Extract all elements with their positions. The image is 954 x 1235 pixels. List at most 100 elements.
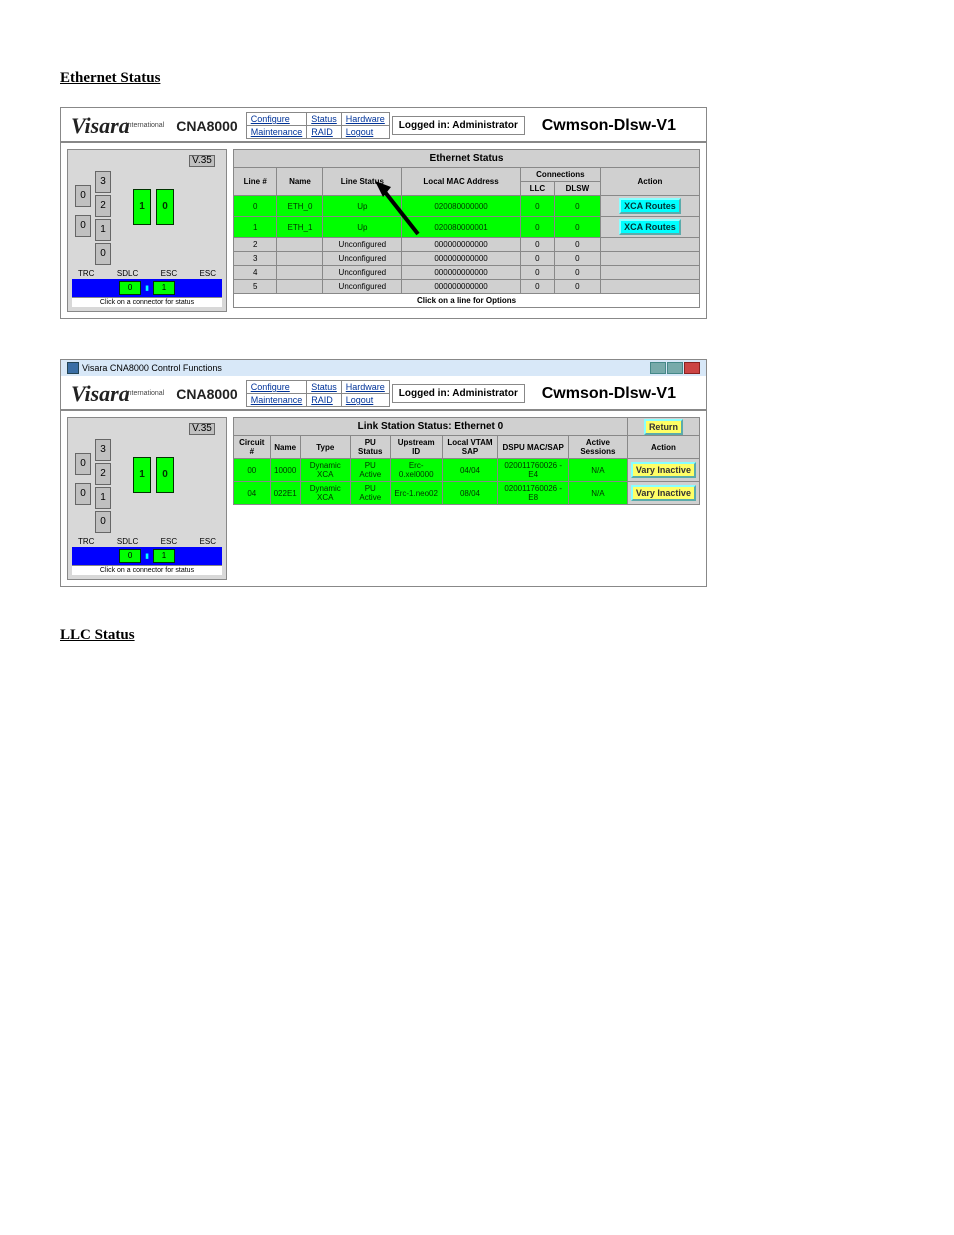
nav-maintenance[interactable]: Maintenance — [246, 126, 307, 139]
xca-routes-button[interactable]: XCA Routes — [619, 198, 681, 214]
bottom-strip-2: 0 ▮ 1 — [72, 547, 222, 565]
xca-routes-button[interactable]: XCA Routes — [619, 219, 681, 235]
brand-tagline-2: International — [126, 390, 165, 397]
host-name: Cwmson-Dlsw-V1 — [542, 117, 676, 135]
nav-logout-2[interactable]: Logout — [341, 394, 389, 407]
col-connections: Connections — [520, 168, 600, 182]
green-port-0b[interactable]: 0 — [156, 457, 174, 493]
nav-menu-2: Configure Status Hardware Maintenance RA… — [246, 380, 390, 407]
nav-logout[interactable]: Logout — [341, 126, 389, 139]
app-header-2: Visara International CNA8000 Configure S… — [61, 376, 706, 411]
slot-left-0a-2[interactable]: 0 — [75, 453, 91, 475]
nav-hardware-2[interactable]: Hardware — [341, 381, 389, 394]
green-port-0[interactable]: 0 — [156, 189, 174, 225]
model-label: CNA8000 — [176, 118, 237, 134]
eth-row[interactable]: 2Unconfigured00000000000000 — [234, 238, 700, 252]
slot-left-0b[interactable]: 0 — [75, 215, 91, 237]
slot-1[interactable]: 1 — [95, 219, 111, 241]
browser-title: Visara CNA8000 Control Functions — [82, 363, 222, 373]
screenshot-ethernet: Visara International CNA8000 Configure S… — [60, 107, 707, 319]
app-icon — [67, 362, 79, 374]
nav-maintenance-2[interactable]: Maintenance — [246, 394, 307, 407]
brand-logo: Visara — [71, 113, 130, 139]
label-trc: TRC — [78, 269, 94, 278]
col-circuit: Circuit # — [234, 436, 271, 459]
eth-row[interactable]: 4Unconfigured00000000000000 — [234, 266, 700, 280]
hardware-panel: V.35 0 0 3 2 1 0 1 0 TRC — [67, 149, 227, 312]
label-esc1: ESC — [161, 269, 177, 278]
nav-hardware[interactable]: Hardware — [341, 113, 389, 126]
eth-row[interactable]: 0ETH_0Up02008000000000XCA Routes — [234, 196, 700, 217]
col-name: Name — [277, 168, 323, 196]
model-label-2: CNA8000 — [176, 386, 237, 402]
link-row[interactable]: 04022E1Dynamic XCAPU ActiveErc-1.neo0208… — [234, 482, 700, 505]
link-row[interactable]: 0010000Dynamic XCAPU ActiveErc-0.xel0000… — [234, 459, 700, 482]
vary-inactive-button[interactable]: Vary Inactive — [631, 462, 696, 478]
eth-row[interactable]: 3Unconfigured00000000000000 — [234, 252, 700, 266]
col-action: Action — [600, 168, 699, 196]
bottom-strip: 0 ▮ 1 — [72, 279, 222, 297]
hw-hint-2: Click on a connector for status — [72, 565, 222, 575]
v35-label-2[interactable]: V.35 — [189, 423, 215, 435]
slot-3b[interactable]: 3 — [95, 439, 111, 461]
strip-port-1b[interactable]: 1 — [153, 549, 175, 563]
slot-2[interactable]: 2 — [95, 195, 111, 217]
col-type: Type — [300, 436, 350, 459]
label-esc2-2: ESC — [200, 537, 216, 546]
slot-3[interactable]: 3 — [95, 171, 111, 193]
slot-left-0b-2[interactable]: 0 — [75, 483, 91, 505]
col-vtam: Local VTAM SAP — [442, 436, 498, 459]
strip-port-1[interactable]: 1 — [153, 281, 175, 295]
strip-port-0b[interactable]: 0 — [119, 549, 141, 563]
section-heading-llc: LLC Status — [60, 627, 894, 644]
app-header: Visara International CNA8000 Configure S… — [61, 108, 706, 143]
green-port-1b[interactable]: 1 — [133, 457, 151, 493]
login-status: Logged in: Administrator — [392, 116, 525, 135]
slot-1b[interactable]: 1 — [95, 487, 111, 509]
nav-configure[interactable]: Configure — [246, 113, 307, 126]
screenshot-linkstation: Visara CNA8000 Control Functions Visara … — [60, 359, 707, 587]
eth-row[interactable]: 5Unconfigured00000000000000 — [234, 280, 700, 294]
return-button[interactable]: Return — [644, 419, 683, 435]
col-pu: PU Status — [350, 436, 390, 459]
eth-table-title: Ethernet Status — [234, 150, 700, 168]
nav-configure-2[interactable]: Configure — [246, 381, 307, 394]
nav-menu: Configure Status Hardware Maintenance RA… — [246, 112, 390, 139]
vary-inactive-button[interactable]: Vary Inactive — [631, 485, 696, 501]
green-port-1[interactable]: 1 — [133, 189, 151, 225]
slot-left-0a[interactable]: 0 — [75, 185, 91, 207]
slot-0[interactable]: 0 — [95, 243, 111, 265]
nav-status-2[interactable]: Status — [307, 381, 342, 394]
col-dspu: DSPU MAC/SAP — [498, 436, 569, 459]
v35-label[interactable]: V.35 — [189, 155, 215, 167]
nav-status[interactable]: Status — [307, 113, 342, 126]
nav-raid-2[interactable]: RAID — [307, 394, 342, 407]
window-controls[interactable] — [650, 362, 700, 374]
label-trc-2: TRC — [78, 537, 94, 546]
nav-raid[interactable]: RAID — [307, 126, 342, 139]
brand-tagline: International — [126, 122, 165, 129]
brand-logo-2: Visara — [71, 381, 130, 407]
browser-titlebar: Visara CNA8000 Control Functions — [61, 360, 706, 376]
ethernet-status-table: Ethernet Status Line # Name Line Status … — [233, 149, 700, 308]
col-name-2: Name — [270, 436, 300, 459]
col-upstream: Upstream ID — [390, 436, 442, 459]
label-sdlc-2: SDLC — [117, 537, 138, 546]
col-line: Line # — [234, 168, 277, 196]
col-action-2: Action — [627, 436, 699, 459]
hw-hint: Click on a connector for status — [72, 297, 222, 307]
eth-footer-hint: Click on a line for Options — [234, 294, 700, 308]
strip-port-0[interactable]: 0 — [119, 281, 141, 295]
label-esc1-2: ESC — [161, 537, 177, 546]
annotation-arrow-icon — [373, 179, 423, 239]
hardware-panel-2: V.35 0 0 3 2 1 0 1 0 TRC — [67, 417, 227, 580]
host-name-2: Cwmson-Dlsw-V1 — [542, 385, 676, 403]
section-heading-eth: Ethernet Status — [60, 70, 894, 87]
slot-2b[interactable]: 2 — [95, 463, 111, 485]
slot-0b[interactable]: 0 — [95, 511, 111, 533]
col-dlsw: DLSW — [554, 182, 600, 196]
col-sessions: Active Sessions — [568, 436, 627, 459]
login-status-2: Logged in: Administrator — [392, 384, 525, 403]
link-table-title: Link Station Status: Ethernet 0 — [234, 418, 628, 436]
eth-row[interactable]: 1ETH_1Up02008000000100XCA Routes — [234, 217, 700, 238]
